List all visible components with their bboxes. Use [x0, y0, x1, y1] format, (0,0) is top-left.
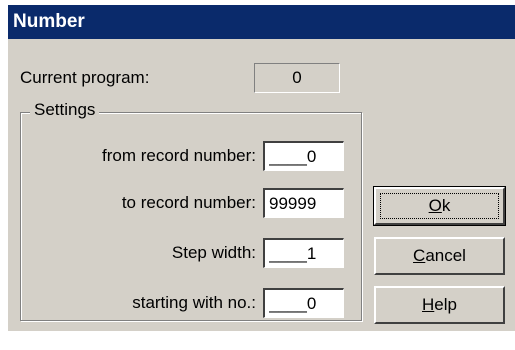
ok-button[interactable]: Ok	[373, 186, 506, 226]
settings-group-label: Settings	[30, 100, 100, 120]
starting-with-no-label: starting with no.:	[132, 293, 256, 312]
current-program-value: 0	[254, 63, 340, 93]
focus-rectangle	[380, 193, 499, 219]
cancel-button[interactable]: Cancel	[374, 237, 505, 275]
help-mnemonic: H	[422, 295, 435, 314]
number-dialog: Number Current program: 0 Settings from …	[8, 5, 515, 331]
from-record-number-label: from record number:	[102, 146, 256, 165]
dialog-title: Number	[8, 5, 515, 39]
step-width-input[interactable]	[263, 238, 344, 268]
cancel-mnemonic: C	[413, 246, 426, 265]
help-label-rest: elp	[434, 295, 457, 314]
help-button[interactable]: Help	[374, 286, 505, 324]
from-record-number-input[interactable]	[263, 141, 344, 171]
step-width-label: Step width:	[171, 243, 256, 262]
cancel-label-rest: ancel	[425, 246, 466, 265]
to-record-number-input[interactable]	[263, 188, 344, 218]
to-record-number-label: to record number:	[121, 193, 256, 212]
starting-with-no-input[interactable]	[263, 288, 344, 318]
current-program-label: Current program:	[20, 68, 150, 87]
